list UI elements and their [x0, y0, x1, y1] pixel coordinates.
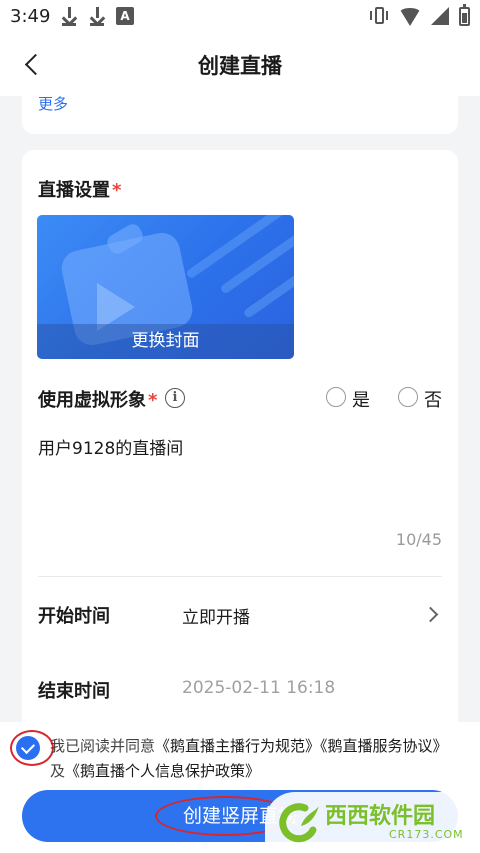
char-counter: 10/45: [395, 530, 442, 549]
end-time-value: 2025-02-11 16:18: [182, 678, 336, 698]
live-settings-card: 直播设置 * 更换封面 使用虚拟形象 * i 是 否 用户9128的直播间 10/4…: [22, 150, 458, 760]
cover-image[interactable]: 更换封面: [37, 215, 294, 359]
status-left-icons: A: [60, 6, 134, 26]
download-icon: [60, 6, 78, 26]
section-title-text: 直播设置: [38, 180, 110, 201]
divider: [38, 576, 442, 577]
agreement-prefix: 我已阅读并同意: [50, 737, 156, 755]
change-cover-button[interactable]: 更换封面: [37, 324, 294, 359]
end-time-row[interactable]: 结束时间 2025-02-11 16:18: [38, 677, 442, 707]
radio-no[interactable]: [398, 387, 418, 407]
a-icon: A: [116, 7, 134, 25]
start-time-label: 开始时间: [38, 606, 110, 627]
basic-info-card: 更多: [22, 84, 458, 134]
agreement-link-privacy[interactable]: 《鹅直播个人信息保护政策》: [65, 762, 260, 780]
section-title: 直播设置 *: [38, 176, 121, 202]
virtual-avatar-row: 使用虚拟形象 * i 是 否: [38, 386, 442, 416]
chevron-right-icon[interactable]: [422, 606, 439, 623]
virtual-avatar-label-text: 使用虚拟形象: [38, 390, 146, 411]
wifi-icon: [399, 8, 421, 26]
start-time-row[interactable]: 开始时间 立即开播: [38, 602, 442, 632]
watermark-brand: 西西软件园: [325, 804, 436, 829]
page-title: 创建直播: [198, 54, 282, 78]
cover-stripe: [185, 215, 289, 280]
vibrate-icon: [369, 6, 389, 26]
watermark-domain: CR173.COM: [389, 828, 464, 841]
status-time: 3:49: [10, 6, 51, 27]
required-mark: *: [148, 390, 158, 411]
signal-icon: [431, 7, 449, 25]
start-time-value: 立即开播: [182, 608, 250, 628]
download-icon: [88, 6, 106, 26]
battery-icon: [459, 3, 470, 26]
agreement-text: 我已阅读并同意《鹅直播主播行为规范》《鹅直播服务协议》及《鹅直播个人信息保护政策…: [50, 734, 460, 784]
radio-yes-label[interactable]: 是: [352, 386, 370, 412]
status-bar: 3:49 A: [0, 0, 480, 34]
agreement-link-service[interactable]: 《鹅直播服务协议》: [320, 737, 448, 755]
virtual-avatar-label: 使用虚拟形象 *: [38, 386, 157, 412]
required-mark: *: [112, 180, 122, 201]
info-icon[interactable]: i: [165, 388, 185, 408]
more-link[interactable]: 更多: [38, 93, 68, 114]
agreement-joiner: 及: [50, 762, 66, 780]
radio-yes[interactable]: [326, 387, 346, 407]
end-time-label: 结束时间: [38, 681, 110, 702]
watermark-logo-icon: [279, 803, 319, 843]
watermark: 西西软件园 CR173.COM: [265, 792, 480, 853]
live-title-input[interactable]: 用户9128的直播间: [38, 434, 442, 459]
agreement-link-conduct[interactable]: 《鹅直播主播行为规范》: [155, 737, 320, 755]
status-right-icons: [369, 3, 470, 26]
agreement-checkbox[interactable]: [16, 736, 40, 760]
radio-no-label[interactable]: 否: [424, 386, 442, 412]
